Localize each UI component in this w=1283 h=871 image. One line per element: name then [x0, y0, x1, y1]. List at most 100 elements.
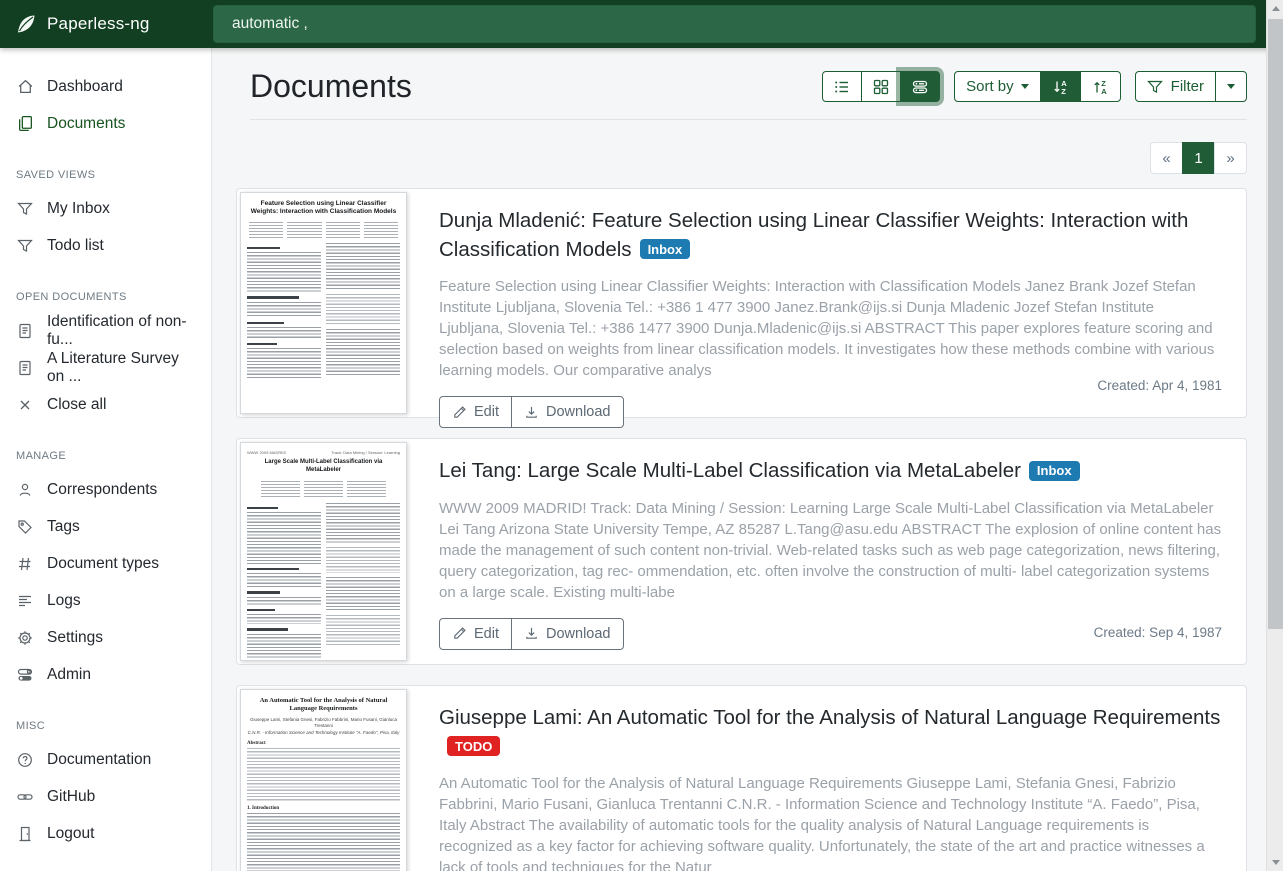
view-details-button[interactable] — [900, 71, 940, 102]
hash-icon — [16, 555, 34, 573]
top-navbar: Paperless-ng — [0, 0, 1283, 48]
sidebar-item-documentation[interactable]: Documentation — [0, 741, 211, 778]
document-thumbnail[interactable]: WWW 2009 MADRID! Track: Data Mining / Se… — [240, 442, 407, 661]
leaf-logo-icon — [15, 13, 37, 35]
scrollbar-up-arrow[interactable] — [1267, 0, 1283, 17]
file-text-icon — [16, 359, 34, 377]
edit-button[interactable]: Edit — [439, 396, 512, 428]
document-list: Feature Selection using Linear Classifie… — [236, 174, 1261, 871]
house-icon — [16, 78, 34, 96]
sidebar-item-close-all[interactable]: Close all — [0, 386, 211, 423]
download-label: Download — [546, 404, 611, 420]
sidebar-item-label: Dashboard — [47, 78, 123, 96]
document-thumbnail[interactable]: Feature Selection using Linear Classifie… — [240, 192, 407, 414]
thumb-header-right: Track: Data Mining / Session: Learning — [331, 450, 400, 455]
tag-badge-inbox[interactable]: Inbox — [1029, 461, 1080, 481]
sidebar-item-open-doc-1[interactable]: Identification of non-fu... — [0, 312, 211, 349]
caret-down-icon — [1227, 84, 1235, 89]
sidebar-item-label: Todo list — [47, 237, 104, 255]
sort-alpha-down-icon: A Z — [1052, 79, 1069, 95]
sidebar-item-admin[interactable]: Admin — [0, 656, 211, 693]
edit-button[interactable]: Edit — [439, 618, 512, 650]
download-icon — [524, 626, 539, 641]
pagination-page-1[interactable]: 1 — [1182, 142, 1215, 174]
filter-icon — [16, 237, 34, 255]
sidebar-item-my-inbox[interactable]: My Inbox — [0, 190, 211, 227]
sidebar-item-label: Identification of non-fu... — [47, 313, 195, 349]
sort-descending-button[interactable]: A Z — [1040, 71, 1081, 102]
sidebar-item-open-doc-2[interactable]: A Literature Survey on ... — [0, 349, 211, 386]
download-label: Download — [546, 626, 611, 642]
document-title-text: Lei Tang: Large Scale Multi-Label Classi… — [439, 459, 1021, 482]
thumb-paper-title: Feature Selection using Linear Classifie… — [247, 200, 400, 217]
brand-name: Paperless-ng — [47, 14, 150, 34]
brand[interactable]: Paperless-ng — [0, 13, 212, 35]
sidebar-section-misc: MISC — [0, 720, 211, 741]
sidebar-item-label: Correspondents — [47, 481, 157, 499]
door-icon — [16, 825, 34, 843]
thumb-header: WWW 2009 MADRID! Track: Data Mining / Se… — [247, 450, 400, 455]
sidebar-item-label: Documentation — [47, 751, 151, 769]
svg-text:Z: Z — [1061, 87, 1066, 95]
file-text-icon — [16, 322, 34, 340]
document-title[interactable]: Giuseppe Lami: An Automatic Tool for the… — [439, 704, 1222, 761]
view-grid-button[interactable] — [861, 71, 901, 102]
document-title[interactable]: Dunja Mladenić: Feature Selection using … — [439, 207, 1222, 264]
sidebar-item-correspondents[interactable]: Correspondents — [0, 471, 211, 508]
thumb-header-left: WWW 2009 MADRID! — [247, 450, 286, 455]
document-body: Giuseppe Lami: An Automatic Tool for the… — [437, 686, 1246, 871]
search-input[interactable] — [213, 5, 1256, 43]
created-date: Created: Sep 4, 1987 — [1094, 625, 1222, 640]
document-thumbnail[interactable]: An Automatic Tool for the Analysis of Na… — [240, 689, 407, 871]
pagination-previous[interactable]: « — [1150, 142, 1183, 174]
thumb-paper-title: An Automatic Tool for the Analysis of Na… — [247, 697, 400, 714]
documents-icon — [16, 115, 34, 133]
link-icon — [16, 788, 34, 806]
sidebar-item-logout[interactable]: Logout — [0, 815, 211, 852]
sidebar-item-dashboard[interactable]: Dashboard — [0, 68, 211, 105]
tag-badge-todo[interactable]: TODO — [447, 736, 500, 756]
list-view-icon — [834, 79, 850, 95]
thumb-institute-line: C.N.R. - Information Science and Technol… — [247, 730, 400, 736]
sidebar-item-documents[interactable]: Documents — [0, 105, 211, 142]
sidebar-item-github[interactable]: GitHub — [0, 778, 211, 815]
sidebar-item-tags[interactable]: Tags — [0, 508, 211, 545]
sidebar-item-label: My Inbox — [47, 200, 110, 218]
sort-by-dropdown[interactable]: Sort by — [954, 71, 1041, 102]
filter-button[interactable]: Filter — [1135, 71, 1216, 102]
sidebar-item-todo-list[interactable]: Todo list — [0, 227, 211, 264]
pagination: « 1 » — [1150, 142, 1247, 174]
thumb-abstract-lines — [247, 748, 400, 802]
pagination-next[interactable]: » — [1214, 142, 1247, 174]
download-button[interactable]: Download — [511, 396, 624, 428]
tag-icon — [16, 518, 34, 536]
sidebar-item-label: Settings — [47, 629, 103, 647]
tag-badge-inbox[interactable]: Inbox — [640, 239, 691, 259]
sidebar-item-label: GitHub — [47, 788, 95, 806]
document-card: Feature Selection using Linear Classifie… — [236, 188, 1247, 418]
page-title: Documents — [250, 68, 412, 105]
filter-icon — [16, 200, 34, 218]
sidebar-item-label: Close all — [47, 396, 106, 414]
filter-label: Filter — [1171, 79, 1204, 94]
thumbnail-wrap: WWW 2009 MADRID! Track: Data Mining / Se… — [237, 439, 437, 664]
filter-dropdown-toggle[interactable] — [1215, 71, 1247, 102]
thumb-body — [247, 243, 400, 379]
document-card: WWW 2009 MADRID! Track: Data Mining / Se… — [236, 438, 1247, 665]
thumbnail-wrap: Feature Selection using Linear Classifie… — [237, 189, 437, 417]
document-body: Dunja Mladenić: Feature Selection using … — [437, 189, 1246, 417]
scrollbar-thumb[interactable] — [1268, 19, 1283, 629]
sidebar-item-logs[interactable]: Logs — [0, 582, 211, 619]
thumbnail-wrap: An Automatic Tool for the Analysis of Na… — [237, 686, 437, 871]
sidebar-item-settings[interactable]: Settings — [0, 619, 211, 656]
sidebar-item-label: Document types — [47, 555, 159, 573]
thumb-section-label: 1. Introduction — [247, 806, 400, 811]
download-button[interactable]: Download — [511, 618, 624, 650]
scrollbar-down-arrow[interactable] — [1267, 854, 1283, 871]
pencil-icon — [452, 626, 467, 641]
sidebar-item-document-types[interactable]: Document types — [0, 545, 211, 582]
sort-group: Sort by A Z Z — [954, 71, 1121, 102]
document-title[interactable]: Lei Tang: Large Scale Multi-Label Classi… — [439, 457, 1222, 486]
sort-ascending-button[interactable]: Z A — [1080, 71, 1121, 102]
view-list-button[interactable] — [822, 71, 862, 102]
